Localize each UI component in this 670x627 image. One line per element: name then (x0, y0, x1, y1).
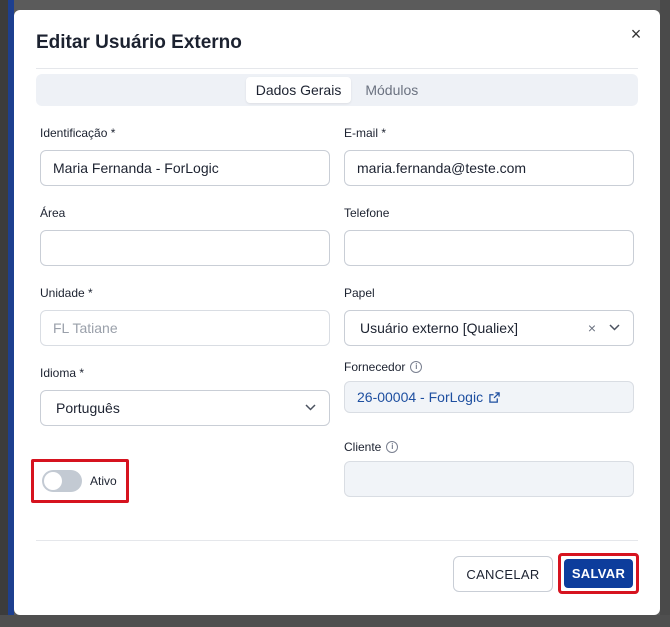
close-icon[interactable]: × (626, 24, 646, 44)
email-input[interactable]: maria.fernanda@teste.com (344, 150, 634, 186)
tab-modulos[interactable]: Módulos (355, 77, 428, 103)
edit-user-modal: Editar Usuário Externo × Dados Gerais Mó… (14, 10, 660, 615)
cliente-field (344, 461, 634, 497)
identificacao-value: Maria Fernanda - ForLogic (53, 160, 219, 176)
tab-dados-gerais[interactable]: Dados Gerais (245, 77, 352, 103)
unidade-placeholder: FL Tatiane (53, 320, 118, 336)
cancel-button[interactable]: CANCELAR (453, 556, 553, 592)
identificacao-label: Identificação * (40, 126, 116, 140)
backdrop-right (660, 0, 670, 627)
papel-label: Papel (344, 286, 375, 300)
chevron-down-icon[interactable] (303, 402, 317, 414)
fornecedor-link[interactable]: 26-00004 - ForLogic (357, 389, 500, 405)
tab-bar: Dados Gerais Módulos (36, 74, 638, 106)
unidade-input[interactable]: FL Tatiane (40, 310, 330, 346)
email-value: maria.fernanda@teste.com (357, 160, 527, 176)
footer-divider (36, 540, 638, 541)
external-link-icon (489, 391, 500, 403)
save-button-highlight: SALVAR (558, 553, 639, 594)
idioma-label: Idioma * (40, 366, 85, 380)
info-icon[interactable]: i (386, 441, 399, 453)
cliente-label: Cliente (344, 440, 382, 454)
ativo-toggle[interactable] (42, 470, 82, 492)
email-label: E-mail * (344, 126, 387, 140)
toggle-knob (44, 472, 62, 490)
clear-icon[interactable]: × (585, 320, 599, 336)
backdrop-left (0, 0, 14, 627)
area-input[interactable] (40, 230, 330, 266)
ativo-label: Ativo (90, 474, 117, 488)
fornecedor-label-row: Fornecedor i (344, 360, 423, 374)
fornecedor-field: 26-00004 - ForLogic (344, 381, 634, 413)
chevron-down-icon[interactable] (607, 322, 621, 334)
idioma-value: Português (56, 400, 120, 416)
papel-select[interactable]: Usuário externo [Qualiex] × (344, 310, 634, 346)
ativo-toggle-highlight: Ativo (31, 459, 129, 503)
save-button[interactable]: SALVAR (564, 559, 633, 588)
unidade-label: Unidade * (40, 286, 93, 300)
info-icon[interactable]: i (410, 361, 423, 373)
modal-title: Editar Usuário Externo (36, 32, 242, 53)
idioma-select[interactable]: Português (40, 390, 330, 426)
fornecedor-value: 26-00004 - ForLogic (357, 389, 484, 405)
cliente-label-row: Cliente i (344, 440, 399, 454)
telefone-label: Telefone (344, 206, 390, 220)
fornecedor-label: Fornecedor (344, 360, 406, 374)
backdrop-bottom (0, 615, 670, 627)
telefone-input[interactable] (344, 230, 634, 266)
papel-value: Usuário externo [Qualiex] (360, 320, 518, 336)
title-divider (36, 68, 638, 69)
area-label: Área (40, 206, 66, 220)
identificacao-input[interactable]: Maria Fernanda - ForLogic (40, 150, 330, 186)
